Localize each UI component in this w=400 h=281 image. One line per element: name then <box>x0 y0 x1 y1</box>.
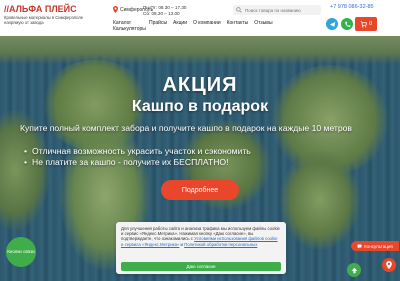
map-pin-icon <box>113 6 118 13</box>
hero-subtitle: Кашпо в подарок <box>131 98 269 115</box>
nav-about[interactable]: О компании <box>193 20 221 32</box>
scroll-top-button[interactable] <box>347 263 361 277</box>
search-icon[interactable] <box>236 7 242 13</box>
arrow-up-icon <box>351 267 357 273</box>
privacy-policy-link[interactable]: Политикой обработки персональных <box>184 242 257 247</box>
cookie-text: Для улучшения работы сайта и анализа тра… <box>121 226 281 247</box>
hero-bullets: Отличная возможность украсить участок и … <box>24 146 251 168</box>
telegram-button[interactable] <box>326 18 338 30</box>
map-pin-icon <box>386 261 392 269</box>
hero-bullet: Отличная возможность украсить участок и … <box>24 146 251 157</box>
search-input[interactable] <box>245 7 315 13</box>
nav-reviews[interactable]: Отзывы <box>254 20 272 32</box>
hero-bullet: Не платите за кашпо - получите их БЕСПЛА… <box>24 157 251 168</box>
cart-button[interactable]: 0 <box>355 17 377 31</box>
nav-calculators-label[interactable]: Калькуляторы <box>113 26 146 32</box>
hero-lead: Купите полный комплект забора и получите… <box>20 123 352 133</box>
whatsapp-button[interactable] <box>341 18 353 30</box>
contact-buttons-toggle[interactable]: Кнопки связи <box>6 237 36 267</box>
hours-saturday: Сб: 08.30 – 13.00 <box>143 11 180 16</box>
nav-catalog[interactable]: Каталог Калькуляторы <box>113 20 146 32</box>
main-nav: Каталог Калькуляторы Прайсы Акции О компа… <box>113 20 273 32</box>
cookie-accept-button[interactable]: Даю согласие <box>121 262 281 271</box>
telegram-icon <box>329 21 335 27</box>
chat-icon <box>357 244 362 248</box>
working-hours: Пн-Пт: 08.30 – 17.30 Сб: 08.30 – 13.00 <box>143 5 186 17</box>
logo-text[interactable]: //АЛЬФА ПЛЕЙС <box>4 4 100 14</box>
details-button[interactable]: Подробнее <box>161 180 239 200</box>
phone-icon <box>344 21 350 27</box>
nav-contacts[interactable]: Контакты <box>227 20 249 32</box>
logo-tagline: Кровельные материалы в Симферополе напря… <box>4 15 84 25</box>
phone-number[interactable]: +7 978 086-32-85 <box>330 4 374 10</box>
location-button[interactable] <box>382 258 396 272</box>
cart-count[interactable]: 0 <box>369 21 372 27</box>
nav-prices[interactable]: Прайсы <box>149 20 167 32</box>
logo[interactable]: //АЛЬФА ПЛЕЙС Кровельные материалы в Сим… <box>4 4 100 25</box>
site-header: //АЛЬФА ПЛЕЙС Кровельные материалы в Сим… <box>0 0 400 36</box>
consultation-label[interactable]: Консультация <box>364 244 393 249</box>
cookie-banner: Для улучшения работы сайта и анализа тра… <box>116 222 286 274</box>
cart-icon <box>360 20 367 27</box>
consultation-button[interactable]: Консультация <box>351 241 399 251</box>
hero-title: АКЦИЯ <box>162 74 238 96</box>
nav-promotions[interactable]: Акции <box>173 20 187 32</box>
search-box[interactable] <box>233 5 321 15</box>
